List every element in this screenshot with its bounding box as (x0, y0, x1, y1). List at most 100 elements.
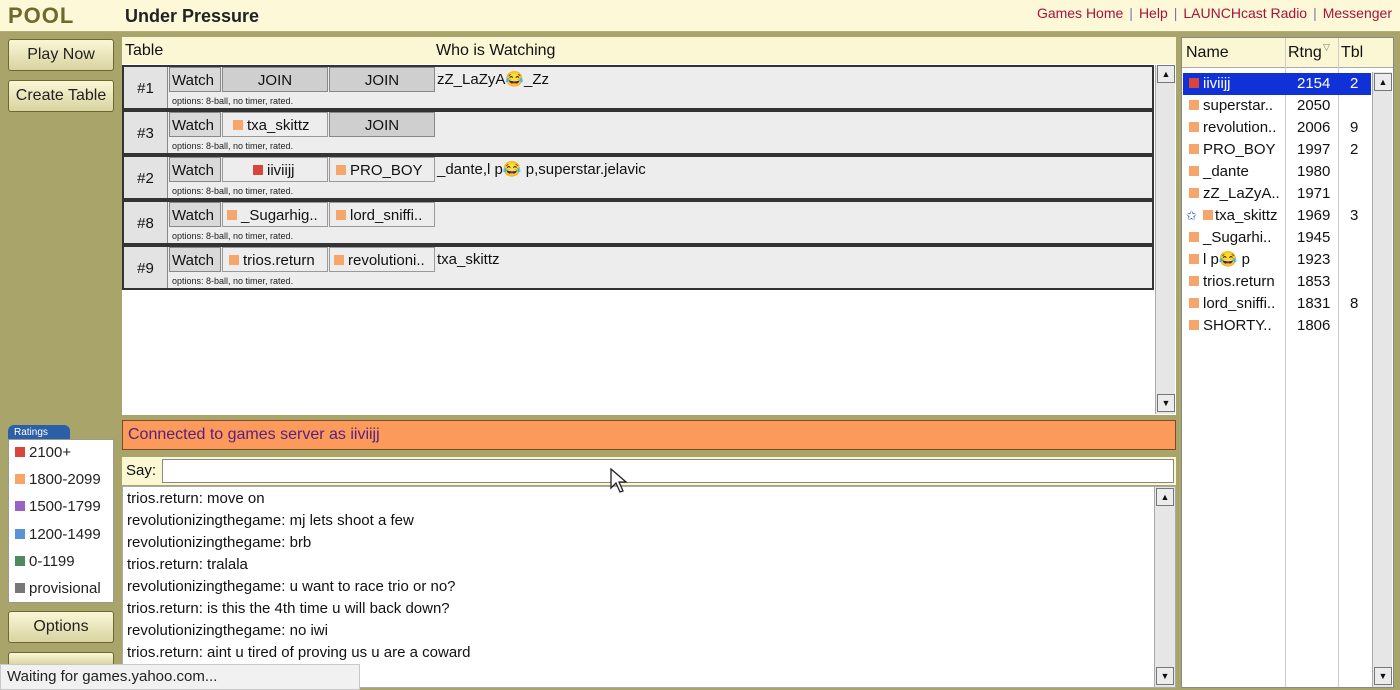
games-home-link[interactable]: Games Home (1037, 5, 1123, 21)
seated-player[interactable]: iiviijj (222, 157, 328, 182)
play-now-button[interactable]: Play Now (8, 39, 114, 71)
player-row[interactable]: superstar.. 2050 (1183, 95, 1371, 117)
chat-message: revolutionizingthegame: no iwi (127, 622, 328, 639)
options-button[interactable]: Options (8, 611, 114, 643)
chat-message: trios.return: tralala (127, 556, 248, 573)
scroll-down-icon[interactable]: ▼ (1157, 394, 1175, 412)
join-seat-button[interactable]: JOIN (329, 112, 435, 137)
player-name: trios.return (1189, 271, 1287, 293)
rating-swatch (1189, 298, 1199, 308)
table-options: options: 8-ball, no timer, rated. (172, 141, 294, 151)
player-rating: 1945 (1297, 229, 1331, 246)
scroll-up-icon[interactable]: ▲ (1374, 73, 1392, 91)
table-number: #8 (124, 202, 168, 243)
watch-button[interactable]: Watch (169, 247, 221, 272)
chat-input[interactable] (162, 459, 1174, 483)
player-rating: 1853 (1297, 273, 1331, 290)
messenger-link[interactable]: Messenger (1323, 5, 1392, 21)
seated-player[interactable]: _Sugarhig.. (222, 202, 328, 227)
player-rating: 1971 (1297, 185, 1331, 202)
player-row[interactable]: ✩ txa_skittz 1969 3 (1183, 205, 1371, 227)
scroll-down-icon[interactable]: ▼ (1374, 667, 1392, 685)
name-column-header[interactable]: Name (1186, 38, 1229, 68)
top-bar: POOL Under Pressure Games Home | Help | LAUN… (0, 0, 1400, 32)
rating-swatch (253, 165, 263, 175)
rating-swatch (15, 583, 25, 593)
watchers-list (436, 112, 1152, 137)
scroll-down-icon[interactable]: ▼ (1156, 667, 1174, 685)
watchers-list: txa_skittz (437, 251, 500, 268)
table-column-header: Table (125, 42, 164, 59)
table-row[interactable]: #9 Watch trios.return revolutioni.. txa_… (122, 245, 1154, 290)
table-row[interactable]: #1 Watch JOIN JOIN zZ_LaZyA😂_Zz options:… (122, 65, 1154, 110)
player-name: SHORTY.. (1189, 315, 1287, 337)
seated-player[interactable]: trios.return (222, 247, 328, 272)
player-rating: 1923 (1297, 251, 1331, 268)
watchers-list (436, 202, 1152, 227)
player-row[interactable]: l p😂 p 1923 (1183, 249, 1371, 271)
rating-swatch (334, 255, 344, 265)
say-label: Say: (126, 462, 157, 479)
rating-swatch (1189, 144, 1199, 154)
player-name: lord_sniffi.. (1189, 293, 1287, 315)
table-options: options: 8-ball, no timer, rated. (172, 231, 294, 241)
help-link[interactable]: Help (1139, 5, 1168, 21)
player-row[interactable]: zZ_LaZyA.. 1971 (1183, 183, 1371, 205)
player-row[interactable]: SHORTY.. 1806 (1183, 315, 1371, 337)
table-row[interactable]: #3 Watch txa_skittz JOIN options: 8-ball… (122, 110, 1154, 155)
rating-tier: provisional (15, 578, 101, 600)
table-column-header[interactable]: Tbl (1341, 38, 1363, 68)
chat-scrollbar[interactable]: ▲ ▼ (1154, 487, 1175, 687)
table-list-panel: Table Who is Watching #1 Watch JOIN JOIN… (122, 37, 1176, 415)
ratings-legend: Ratings 2100+ 1800-2099 1500-1799 1200-1… (8, 425, 114, 605)
player-list-header: Name Rtng ▽ Tbl (1182, 38, 1393, 68)
player-row[interactable]: trios.return 1853 (1183, 271, 1371, 293)
rating-swatch (1189, 276, 1199, 286)
rating-swatch (1189, 232, 1199, 242)
player-row[interactable]: PRO_BOY 1997 2 (1183, 139, 1371, 161)
player-list: Name Rtng ▽ Tbl iiviijj 2154 2 superstar… (1181, 37, 1394, 688)
player-rating: 1806 (1297, 317, 1331, 334)
rating-column-header[interactable]: Rtng (1288, 38, 1322, 68)
seated-player[interactable]: PRO_BOY (329, 157, 435, 182)
player-list-scrollbar[interactable]: ▲ ▼ (1372, 72, 1392, 687)
table-list-scrollbar[interactable]: ▲ ▼ (1155, 65, 1175, 414)
watch-button[interactable]: Watch (169, 67, 221, 92)
scroll-up-icon[interactable]: ▲ (1156, 488, 1174, 506)
scroll-up-icon[interactable]: ▲ (1157, 65, 1175, 83)
seated-player[interactable]: txa_skittz (222, 112, 328, 137)
browser-status-bar: Waiting for games.yahoo.com... (0, 664, 360, 690)
connection-status: Connected to games server as iiviijj (122, 420, 1176, 450)
create-table-button[interactable]: Create Table (8, 80, 114, 112)
player-rating: 1997 (1297, 141, 1331, 158)
table-number: #9 (124, 247, 168, 288)
table-list-header: Table Who is Watching (122, 37, 1176, 64)
watch-button[interactable]: Watch (169, 202, 221, 227)
watch-button[interactable]: Watch (169, 112, 221, 137)
rating-swatch (15, 501, 25, 511)
rating-tier: 1200-1499 (15, 524, 101, 546)
star-icon: ✩ (1186, 208, 1197, 223)
rating-swatch (227, 210, 237, 220)
join-seat-button[interactable]: JOIN (222, 67, 328, 92)
join-seat-button[interactable]: JOIN (329, 67, 435, 92)
table-row[interactable]: #8 Watch _Sugarhig.. lord_sniffi.. optio… (122, 200, 1154, 245)
watch-button[interactable]: Watch (169, 157, 221, 182)
table-row[interactable]: #2 Watch iiviijj PRO_BOY _dante,l p😂 p,s… (122, 155, 1154, 200)
seated-player[interactable]: revolutioni.. (329, 247, 435, 272)
seated-player[interactable]: lord_sniffi.. (329, 202, 435, 227)
player-row[interactable]: _Sugarhi.. 1945 (1183, 227, 1371, 249)
table-number: #2 (124, 157, 168, 198)
rating-swatch (1189, 166, 1199, 176)
rating-tier: 1800-2099 (15, 469, 101, 491)
launchcast-radio-link[interactable]: LAUNCHcast Radio (1183, 5, 1307, 21)
player-name: _Sugarhi.. (1189, 227, 1287, 249)
player-rating: 2154 (1297, 75, 1331, 92)
player-row[interactable]: lord_sniffi.. 1831 8 (1183, 293, 1371, 315)
player-row[interactable]: iiviijj 2154 2 (1183, 73, 1371, 95)
mouse-cursor-icon (610, 468, 628, 493)
watching-column-header: Who is Watching (436, 42, 556, 59)
player-row[interactable]: _dante 1980 (1183, 161, 1371, 183)
rating-swatch (1203, 210, 1213, 220)
player-row[interactable]: revolution.. 2006 9 (1183, 117, 1371, 139)
